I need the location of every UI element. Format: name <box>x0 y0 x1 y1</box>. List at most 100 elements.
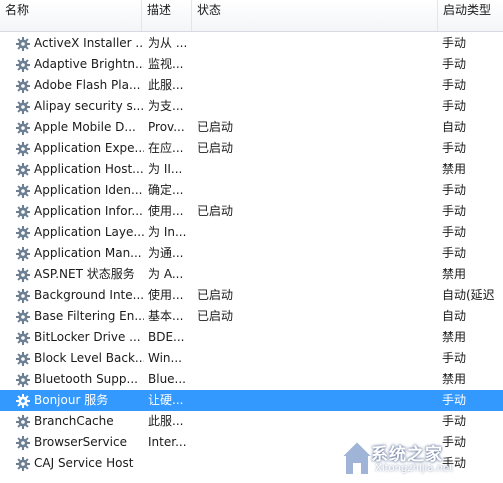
gear-icon <box>16 331 30 345</box>
service-name: Background Inte... <box>34 288 144 302</box>
service-description: 为通... <box>148 246 184 260</box>
gear-icon <box>16 37 30 51</box>
service-description: 为从 ... <box>148 36 188 50</box>
gear-icon <box>16 394 30 408</box>
column-header-status[interactable]: 状态 <box>192 0 438 31</box>
service-name: Adobe Flash Pla... <box>34 78 141 92</box>
service-status <box>197 348 257 369</box>
service-name: Bluetooth Supp... <box>34 372 138 386</box>
service-row[interactable]: BitLocker Drive ... BDE... 禁用 <box>0 327 503 348</box>
service-row[interactable]: BranchCache 此服... 手动 <box>0 411 503 432</box>
service-row[interactable]: ASP.NET 状态服务为 A... 禁用 <box>0 264 503 285</box>
gear-icon <box>16 268 30 282</box>
service-row[interactable]: Application Expe... 在应... 已启动 手动 <box>0 138 503 159</box>
gear-icon <box>16 310 30 324</box>
service-name: Application Man... <box>34 246 142 260</box>
column-header-bar: 名称 描述 状态 启动类型 <box>0 0 503 32</box>
gear-icon <box>16 163 30 177</box>
column-header-startup-type[interactable]: 启动类型 <box>438 0 503 31</box>
service-startup-type: 手动 <box>442 204 467 218</box>
service-name: BranchCache <box>34 414 114 428</box>
service-status <box>197 264 257 285</box>
service-name: ActiveX Installer ... <box>34 36 144 50</box>
service-row[interactable]: Background Inte... 使用... 已启动 自动(延迟 <box>0 285 503 306</box>
service-row[interactable]: Application Laye... 为 In... 手动 <box>0 222 503 243</box>
service-row[interactable]: Application Iden... 确定... 手动 <box>0 180 503 201</box>
service-startup-type: 手动 <box>442 351 467 365</box>
service-status <box>197 453 257 474</box>
service-description: 为支... <box>148 99 184 113</box>
service-row[interactable]: Adobe Flash Pla... 此服... 手动 <box>0 75 503 96</box>
service-startup-type: 手动 <box>442 141 467 155</box>
service-status <box>197 432 257 453</box>
service-description: 为 A... <box>148 267 184 281</box>
service-name: Application Expe... <box>34 141 144 155</box>
service-name: Apple Mobile D... <box>34 120 136 134</box>
service-status <box>197 180 257 201</box>
service-status <box>197 75 257 96</box>
service-name: Bonjour 服务 <box>34 393 109 407</box>
service-description: BDE... <box>148 330 185 344</box>
service-status <box>197 54 257 75</box>
service-startup-type: 自动 <box>442 120 467 134</box>
gear-icon <box>16 457 30 471</box>
gear-icon <box>16 373 30 387</box>
column-header-description[interactable]: 描述 <box>142 0 192 31</box>
service-row[interactable]: Base Filtering En... 基本... 已启动 自动 <box>0 306 503 327</box>
service-startup-type: 手动 <box>442 36 467 50</box>
service-name: Application Host... <box>34 162 144 176</box>
service-row[interactable]: Bluetooth Supp... Blue... 禁用 <box>0 369 503 390</box>
service-startup-type: 手动 <box>442 57 467 71</box>
service-startup-type: 禁用 <box>442 372 467 386</box>
service-startup-type: 禁用 <box>442 162 467 176</box>
service-description: 使用... <box>148 288 184 302</box>
gear-icon <box>16 142 30 156</box>
service-description: 为 II... <box>148 162 183 176</box>
service-description: 在应... <box>148 141 184 155</box>
gear-icon <box>16 205 30 219</box>
service-startup-type: 手动 <box>442 78 467 92</box>
column-header-name[interactable]: 名称 <box>0 0 142 31</box>
service-status <box>197 96 257 117</box>
service-name: Application Infor... <box>34 204 143 218</box>
service-name: Block Level Back... <box>34 351 144 365</box>
services-list[interactable]: 名称 描述 状态 启动类型 ActiveX Installer ... 为从 ..… <box>0 0 503 483</box>
service-status <box>197 369 257 390</box>
service-row[interactable]: Adaptive Brightn... 监视... 手动 <box>0 54 503 75</box>
service-name: Adaptive Brightn... <box>34 57 144 71</box>
service-description: 确定... <box>148 183 184 197</box>
service-startup-type: 手动 <box>442 99 467 113</box>
gear-icon <box>16 100 30 114</box>
service-row[interactable]: Bonjour 服务 让硬... 手动 <box>0 390 503 411</box>
service-row[interactable]: Application Host... 为 II... 禁用 <box>0 159 503 180</box>
service-row[interactable]: ActiveX Installer ... 为从 ... 手动 <box>0 33 503 54</box>
service-status: 已启动 <box>197 204 234 218</box>
service-name: Base Filtering En... <box>34 309 144 323</box>
service-row[interactable]: Alipay security s... 为支... 手动 <box>0 96 503 117</box>
gear-icon <box>16 436 30 450</box>
service-status <box>197 159 257 180</box>
service-name: ASP.NET 状态服务 <box>34 267 135 281</box>
service-description: 基本... <box>148 309 184 323</box>
service-description: Prov... <box>148 120 185 134</box>
gear-icon <box>16 352 30 366</box>
gear-icon <box>16 121 30 135</box>
service-status <box>197 33 257 54</box>
gear-icon <box>16 226 30 240</box>
gear-icon <box>16 415 30 429</box>
service-row[interactable]: Application Man... 为通... 手动 <box>0 243 503 264</box>
service-startup-type: 禁用 <box>442 267 467 281</box>
service-startup-type: 自动(延迟 <box>442 288 495 302</box>
service-startup-type: 手动 <box>442 246 467 260</box>
gear-icon <box>16 247 30 261</box>
service-status <box>197 243 257 264</box>
service-row[interactable]: Application Infor... 使用... 已启动 手动 <box>0 201 503 222</box>
service-row[interactable]: Apple Mobile D... Prov... 已启动 自动 <box>0 117 503 138</box>
service-description: 为 In... <box>148 225 187 239</box>
gear-icon <box>16 184 30 198</box>
service-name: CAJ Service Host <box>34 456 134 470</box>
service-description: 让硬... <box>148 393 184 407</box>
service-row[interactable]: Block Level Back... Win... 手动 <box>0 348 503 369</box>
service-description: Blue... <box>148 372 186 386</box>
service-startup-type: 手动 <box>442 225 467 239</box>
